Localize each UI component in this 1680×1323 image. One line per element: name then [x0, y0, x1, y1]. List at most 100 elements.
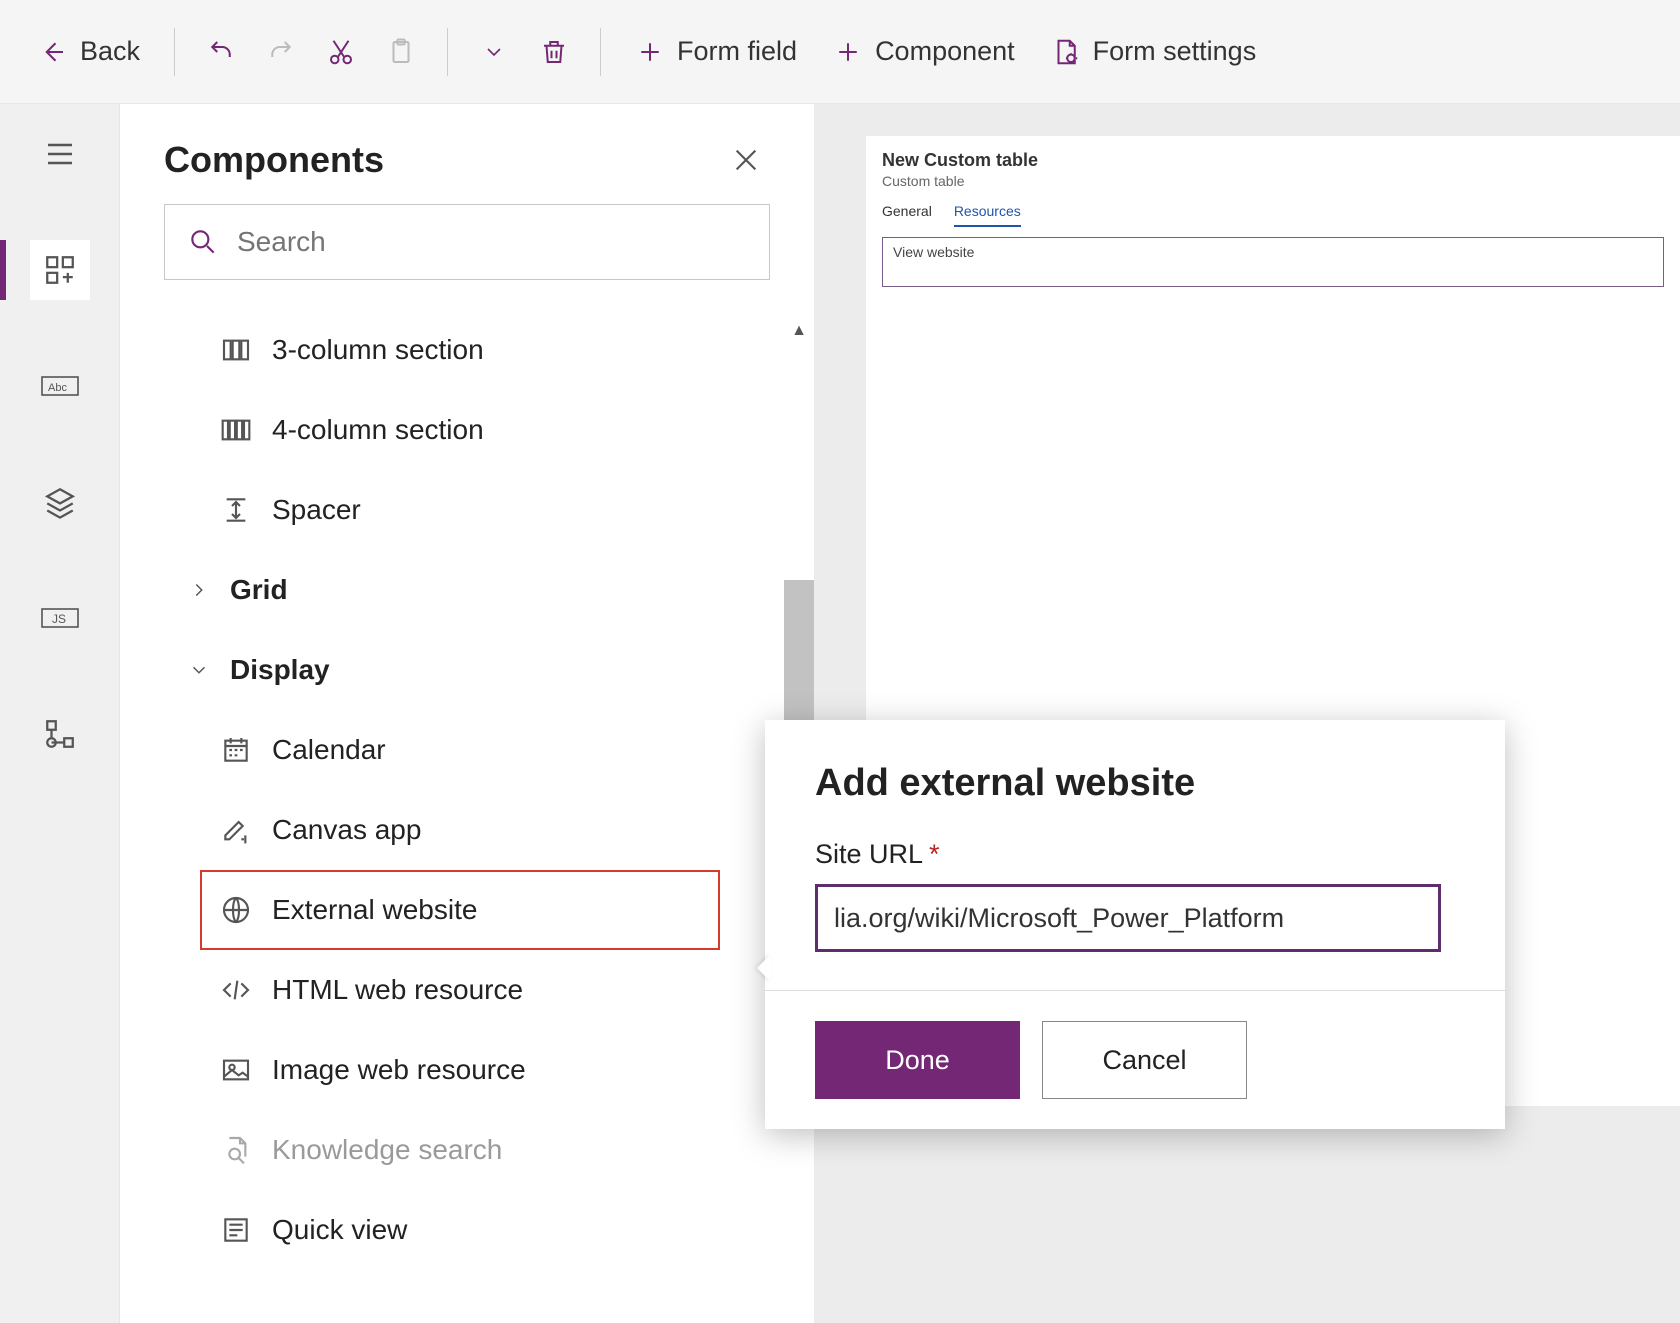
cancel-button[interactable]: Cancel [1042, 1021, 1247, 1099]
cut-icon [326, 37, 356, 67]
paste-button[interactable] [373, 24, 429, 80]
redo-button[interactable] [253, 24, 309, 80]
canvas-section-label: View website [893, 244, 974, 260]
group-label: Grid [230, 574, 288, 606]
quick-view-icon [220, 1214, 252, 1246]
canvas-section-view-website[interactable]: View website [882, 237, 1664, 287]
close-icon [730, 144, 762, 176]
rail-js[interactable]: JS [30, 588, 90, 648]
layers-icon [43, 485, 77, 519]
svg-text:Abc: Abc [48, 382, 67, 394]
component-spacer[interactable]: Spacer [164, 470, 754, 550]
component-3-column-section[interactable]: 3-column section [164, 310, 754, 390]
form-settings-icon [1051, 37, 1081, 67]
globe-icon [220, 894, 252, 926]
plus-icon [635, 37, 665, 67]
component-canvas-app[interactable]: Canvas app [164, 790, 754, 870]
component-label: Image web resource [272, 1054, 526, 1086]
form-settings-button[interactable]: Form settings [1035, 24, 1273, 80]
component-html-web-resource[interactable]: HTML web resource [164, 950, 754, 1030]
site-url-input[interactable] [815, 884, 1441, 952]
group-grid[interactable]: Grid [164, 550, 754, 630]
canvas-tab-resources[interactable]: Resources [954, 203, 1021, 227]
undo-button[interactable] [193, 24, 249, 80]
arrow-left-icon [38, 37, 68, 67]
add-form-field-button[interactable]: Form field [619, 24, 813, 80]
plus-icon [833, 37, 863, 67]
chevron-down-icon [188, 659, 210, 681]
component-label: Spacer [272, 494, 361, 526]
component-label: Canvas app [272, 814, 421, 846]
separator [447, 28, 448, 76]
rail-layers[interactable] [30, 472, 90, 532]
js-icon: JS [40, 603, 80, 633]
hamburger-icon [42, 136, 78, 172]
undo-icon [206, 37, 236, 67]
add-external-website-callout: Add external website Site URL* Done Canc… [765, 720, 1505, 1129]
rail-tree[interactable] [30, 704, 90, 764]
image-icon [220, 1054, 252, 1086]
panel-title: Components [164, 139, 384, 181]
columns-3-icon [220, 334, 252, 366]
component-external-website[interactable]: External website [200, 870, 720, 950]
form-settings-label: Form settings [1093, 36, 1257, 67]
search-icon [187, 226, 219, 258]
chevron-down-icon [482, 40, 506, 64]
panel-close-button[interactable] [722, 136, 770, 184]
knowledge-search-icon [220, 1134, 252, 1166]
component-4-column-section[interactable]: 4-column section [164, 390, 754, 470]
component-label: Calendar [272, 734, 386, 766]
chevron-right-icon [188, 579, 210, 601]
svg-text:JS: JS [52, 612, 66, 626]
component-image-web-resource[interactable]: Image web resource [164, 1030, 754, 1110]
top-toolbar: Back Form field Component Form settings [0, 0, 1680, 104]
component-label: External website [272, 894, 477, 926]
search-input[interactable] [237, 226, 747, 258]
component-knowledge-search: Knowledge search [164, 1110, 754, 1190]
add-component-button[interactable]: Component [817, 24, 1031, 80]
delete-button[interactable] [526, 24, 582, 80]
rail-abc[interactable]: Abc [30, 356, 90, 416]
canvas-app-icon [220, 814, 252, 846]
more-dropdown[interactable] [466, 24, 522, 80]
component-calendar[interactable]: Calendar [164, 710, 754, 790]
canvas-tab-general[interactable]: General [882, 203, 932, 227]
components-icon [43, 253, 77, 287]
paste-icon [386, 37, 416, 67]
canvas-subtitle: Custom table [882, 173, 1664, 189]
calendar-icon [220, 734, 252, 766]
search-box[interactable] [164, 204, 770, 280]
canvas-title: New Custom table [882, 150, 1664, 171]
component-quick-view[interactable]: Quick view [164, 1190, 754, 1270]
component-label: Component [875, 36, 1015, 67]
component-label: 4-column section [272, 414, 484, 446]
group-label: Display [230, 654, 330, 686]
tree-icon [43, 717, 77, 751]
back-label: Back [80, 36, 140, 67]
abc-icon: Abc [40, 371, 80, 401]
components-panel: Components ▲ 3-column section [120, 104, 814, 1323]
done-button[interactable]: Done [815, 1021, 1020, 1099]
cut-button[interactable] [313, 24, 369, 80]
hamburger-button[interactable] [30, 124, 90, 184]
rail-components[interactable] [30, 240, 90, 300]
form-field-label: Form field [677, 36, 797, 67]
scroll-up-icon[interactable]: ▲ [784, 320, 814, 342]
code-icon [220, 974, 252, 1006]
trash-icon [539, 37, 569, 67]
site-url-label: Site URL* [815, 839, 1455, 870]
left-rail: Abc JS [0, 104, 120, 1323]
columns-4-icon [220, 414, 252, 446]
component-label: HTML web resource [272, 974, 523, 1006]
separator [174, 28, 175, 76]
component-label: Quick view [272, 1214, 407, 1246]
redo-icon [266, 37, 296, 67]
canvas-area: New Custom table Custom table General Re… [814, 104, 1680, 1323]
spacer-icon [220, 494, 252, 526]
callout-title: Add external website [815, 762, 1455, 805]
component-label: 3-column section [272, 334, 484, 366]
main-area: Abc JS Components ▲ [0, 104, 1680, 1323]
group-display[interactable]: Display [164, 630, 754, 710]
separator [600, 28, 601, 76]
back-button[interactable]: Back [22, 24, 156, 80]
